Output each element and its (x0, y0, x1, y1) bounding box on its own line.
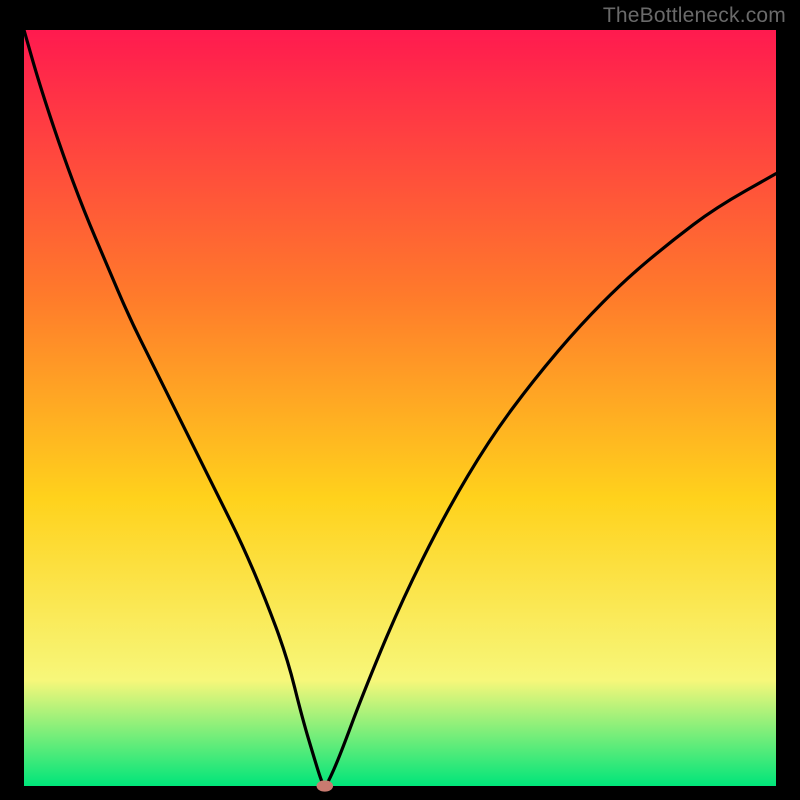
bottleneck-chart (0, 0, 800, 800)
plot-gradient-background (24, 30, 776, 786)
chart-frame: { "watermark": "TheBottleneck.com", "col… (0, 0, 800, 800)
watermark-text: TheBottleneck.com (603, 4, 786, 28)
optimum-marker (317, 780, 334, 791)
